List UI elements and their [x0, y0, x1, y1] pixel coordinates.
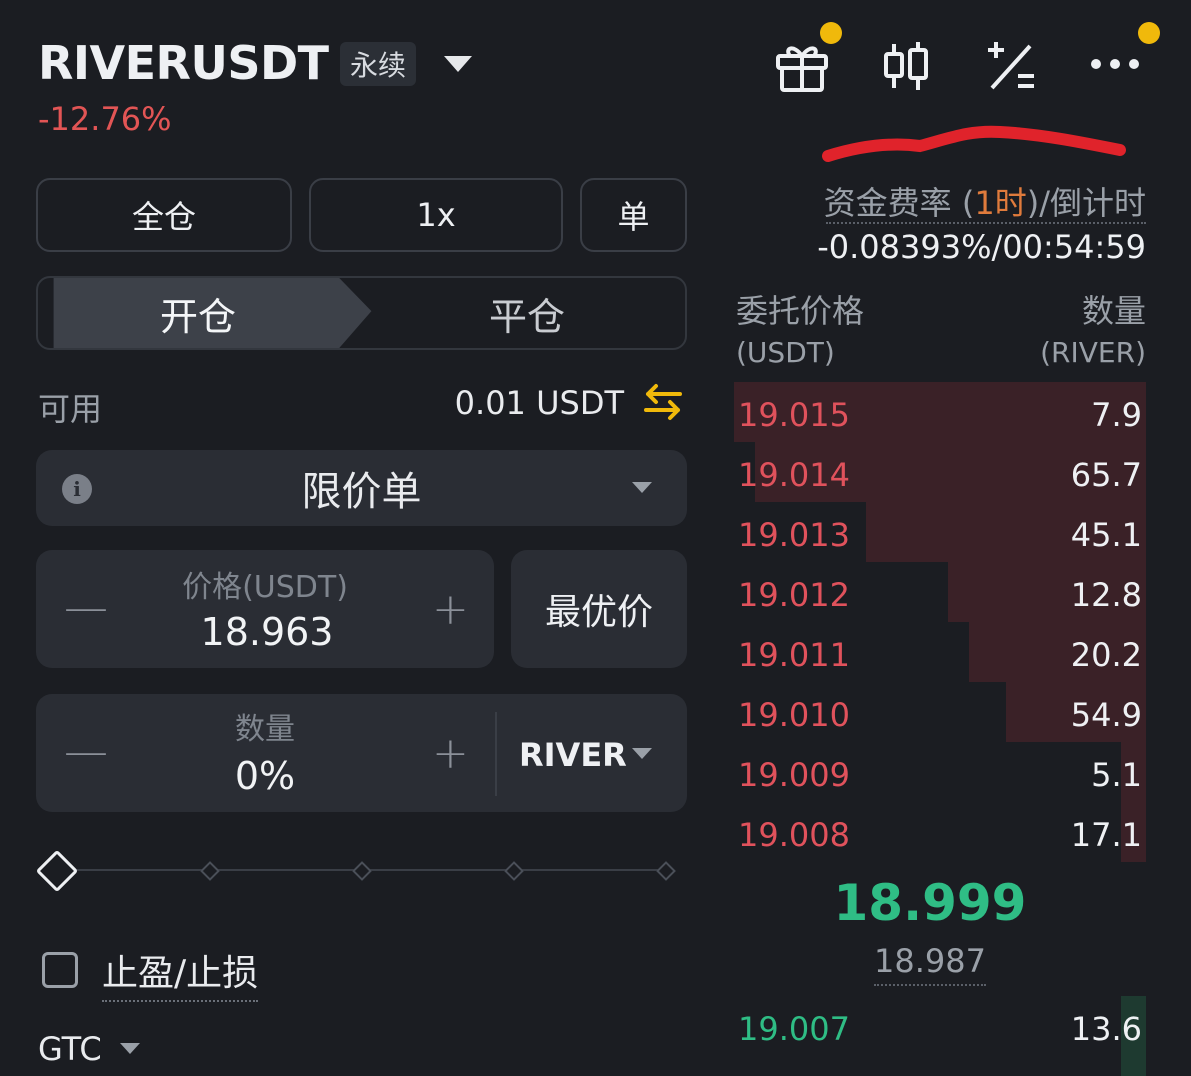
- calculator-icon-svg: [988, 42, 1034, 90]
- ask-qty: 20.2: [1070, 636, 1142, 674]
- time-in-force-select[interactable]: GTC: [38, 1030, 102, 1068]
- funding-label-underline: [826, 222, 1146, 224]
- symbol-dropdown-caret-icon[interactable]: [444, 56, 472, 72]
- ask-row[interactable]: 19.015 7.9: [734, 382, 1146, 442]
- red-annotation-scribble: [822, 125, 1126, 162]
- bid-price: 19.007: [738, 1010, 850, 1048]
- ask-row[interactable]: 19.014 65.7: [734, 442, 1146, 502]
- symbol-title[interactable]: RIVERUSDT: [38, 36, 329, 90]
- tab-open-position[interactable]: 开仓: [38, 278, 358, 348]
- quantity-unit-caret-icon: [632, 748, 652, 759]
- tab-close-position[interactable]: 平仓: [368, 278, 685, 348]
- ask-row[interactable]: 19.013 45.1: [734, 502, 1146, 562]
- ask-qty: 54.9: [1070, 696, 1142, 734]
- ask-price: 19.013: [738, 516, 850, 554]
- quantity-increase-button[interactable]: +: [432, 728, 469, 779]
- quantity-label: 数量: [235, 712, 295, 747]
- available-label: 可用: [38, 390, 103, 428]
- price-input[interactable]: 18.963: [140, 610, 394, 654]
- order-type-label: 限价单: [301, 469, 422, 515]
- ask-row[interactable]: 19.011 20.2: [734, 622, 1146, 682]
- ask-price: 19.010: [738, 696, 850, 734]
- ask-qty: 17.1: [1070, 816, 1142, 854]
- bid-row[interactable]: 19.007 13.6: [734, 996, 1146, 1076]
- transfer-icon-svg: [644, 384, 682, 420]
- slider-node-50[interactable]: [352, 861, 372, 881]
- info-icon[interactable]: i: [62, 474, 92, 504]
- price-decrease-button[interactable]: —: [64, 582, 108, 633]
- calculator-icon[interactable]: [982, 36, 1042, 96]
- more-notification-dot: [1138, 22, 1160, 44]
- tpsl-checkbox[interactable]: [42, 952, 78, 988]
- contract-type-badge: 永续: [340, 42, 416, 86]
- ask-price: 19.008: [738, 816, 850, 854]
- position-mode-button[interactable]: 单: [580, 178, 687, 252]
- orderbook-qty-unit: (RIVER): [1040, 336, 1146, 369]
- quantity-divider: [495, 712, 497, 796]
- orderbook-price-unit: (USDT): [736, 336, 835, 369]
- funding-label-post: )/倒计时: [1026, 184, 1146, 222]
- ask-row[interactable]: 19.010 54.9: [734, 682, 1146, 742]
- more-icon[interactable]: [1086, 36, 1146, 96]
- more-icon-svg: [1091, 59, 1139, 69]
- ask-price: 19.015: [738, 396, 850, 434]
- quantity-decrease-button[interactable]: —: [64, 726, 108, 777]
- ask-price: 19.009: [738, 756, 850, 794]
- bid-qty: 13.6: [1070, 1010, 1142, 1048]
- mark-price[interactable]: 18.987: [734, 942, 1126, 980]
- ask-price: 19.014: [738, 456, 850, 494]
- order-type-caret-icon: [632, 482, 652, 493]
- candlestick-chart-icon[interactable]: [876, 36, 936, 96]
- price-label: 价格(USDT): [182, 570, 348, 605]
- ask-row[interactable]: 19.008 17.1: [734, 802, 1146, 862]
- ask-qty: 5.1: [1091, 756, 1142, 794]
- gift-icon-svg: [776, 46, 828, 92]
- price-change-percent: -12.76%: [38, 100, 172, 138]
- best-price-button[interactable]: 最优价: [511, 550, 687, 668]
- funding-label-pre: 资金费率 (: [823, 184, 975, 222]
- tpsl-label[interactable]: 止盈/止损: [102, 944, 259, 1002]
- leverage-button[interactable]: 1x: [309, 178, 563, 252]
- ask-qty: 65.7: [1070, 456, 1142, 494]
- quantity-unit-select[interactable]: RIVER: [519, 736, 627, 774]
- gift-notification-dot: [820, 22, 842, 44]
- last-price: 18.999: [833, 874, 1027, 932]
- ask-qty: 12.8: [1070, 576, 1142, 614]
- slider-node-75[interactable]: [504, 861, 524, 881]
- margin-mode-button[interactable]: 全仓: [36, 178, 292, 252]
- ask-row[interactable]: 19.009 5.1: [734, 742, 1146, 802]
- ask-qty: 7.9: [1091, 396, 1142, 434]
- available-balance: 0.01 USDT: [454, 384, 624, 422]
- candlestick-chart-icon-svg: [884, 42, 928, 90]
- ask-qty: 45.1: [1070, 516, 1142, 554]
- percent-slider-thumb[interactable]: [35, 849, 79, 893]
- ask-price: 19.011: [738, 636, 850, 674]
- transfer-icon[interactable]: [642, 382, 684, 426]
- funding-interval: 1时: [974, 184, 1027, 222]
- ask-price: 19.012: [738, 576, 850, 614]
- slider-node-25[interactable]: [200, 861, 220, 881]
- quantity-input[interactable]: 0%: [140, 754, 390, 798]
- mark-price-underline: [874, 984, 986, 986]
- funding-rate-value: -0.08393%/00:54:59: [817, 228, 1146, 266]
- orderbook-price-header: 委托价格: [736, 292, 865, 330]
- gift-icon[interactable]: [772, 36, 832, 96]
- open-close-tabs: 开仓 平仓: [36, 276, 687, 350]
- orderbook-qty-header: 数量: [1081, 292, 1146, 330]
- time-in-force-caret-icon: [120, 1043, 140, 1054]
- funding-rate-label[interactable]: 资金费率 (1时)/倒计时: [720, 178, 1146, 224]
- price-increase-button[interactable]: +: [432, 584, 469, 635]
- time-in-force-label: GTC: [38, 1030, 102, 1068]
- ask-row[interactable]: 19.012 12.8: [734, 562, 1146, 622]
- slider-node-100[interactable]: [656, 861, 676, 881]
- order-type-select[interactable]: 限价单: [36, 450, 687, 526]
